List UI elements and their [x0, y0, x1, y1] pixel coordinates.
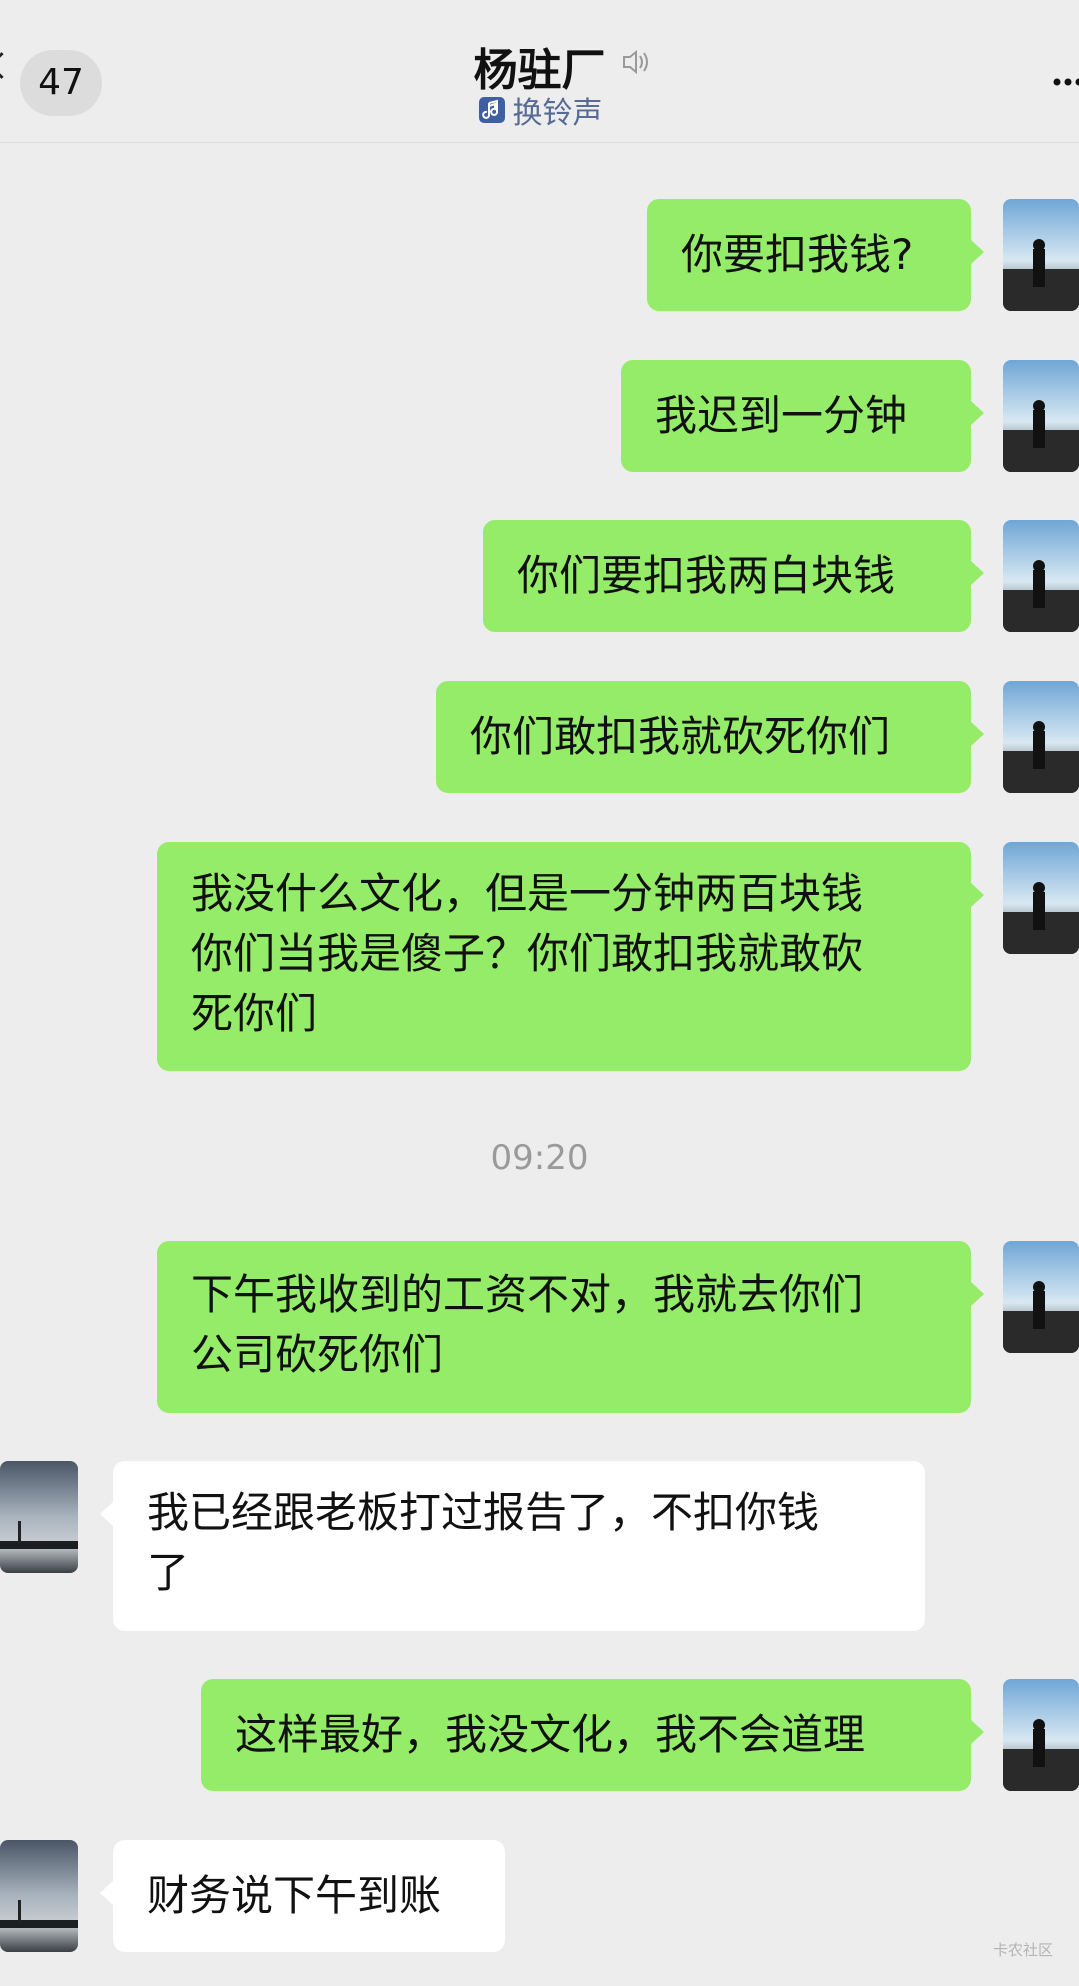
message-bubble-sent[interactable]: 这样最好，我没文化，我不会道理 — [201, 1679, 984, 1791]
music-note-icon — [478, 97, 505, 123]
contact-avatar[interactable] — [0, 1461, 78, 1573]
contact-avatar[interactable] — [0, 1840, 78, 1952]
subtitle-container: 换铃声 — [0, 88, 1079, 132]
change-ringtone-link[interactable]: 换铃声 — [477, 88, 603, 132]
my-avatar[interactable] — [1003, 681, 1079, 793]
message-bubble-sent[interactable]: 你要扣我钱? — [647, 199, 984, 311]
avatar-image — [0, 1840, 78, 1952]
avatar-image — [1003, 520, 1079, 632]
change-ringtone-label: 换铃声 — [512, 96, 603, 131]
my-avatar[interactable] — [1003, 1241, 1079, 1353]
message-bubble-sent[interactable]: 我迟到一分钟 — [621, 360, 984, 472]
my-avatar[interactable] — [1003, 520, 1079, 632]
message-bubble-sent[interactable]: 下午我收到的工资不对，我就去你们 公司砍死你们 — [157, 1241, 984, 1413]
avatar-image — [1003, 199, 1079, 311]
avatar-image — [1003, 842, 1079, 954]
message-bubble-received[interactable]: 我已经跟老板打过报告了，不扣你钱 了 — [100, 1461, 925, 1631]
my-avatar[interactable] — [1003, 199, 1079, 311]
avatar-image — [1003, 1241, 1079, 1353]
my-avatar[interactable] — [1003, 842, 1079, 954]
avatar-image — [0, 1461, 78, 1573]
avatar-image — [1003, 360, 1079, 472]
my-avatar[interactable] — [1003, 360, 1079, 472]
more-dots-icon[interactable] — [1053, 78, 1079, 86]
message-bubble-sent[interactable]: 你们敢扣我就砍死你们 — [436, 681, 984, 793]
avatar-image — [1003, 1679, 1079, 1791]
message-bubble-sent[interactable]: 你们要扣我两白块钱 — [483, 520, 984, 632]
chat-header: 47 杨驻厂 换铃声 — [0, 0, 1079, 143]
speaker-muted-icon — [622, 49, 648, 75]
my-avatar[interactable] — [1003, 1679, 1079, 1791]
message-bubble-received[interactable]: 财务说下午到账 — [100, 1840, 505, 1952]
timestamp-divider: 09:20 — [490, 1138, 589, 1178]
watermark: 卡农社区 — [992, 1941, 1053, 1959]
avatar-image — [1003, 681, 1079, 793]
message-bubble-sent[interactable]: 我没什么文化，但是一分钟两百块钱 你们当我是傻子？你们敢扣我就敢砍 死你们 — [157, 842, 984, 1071]
